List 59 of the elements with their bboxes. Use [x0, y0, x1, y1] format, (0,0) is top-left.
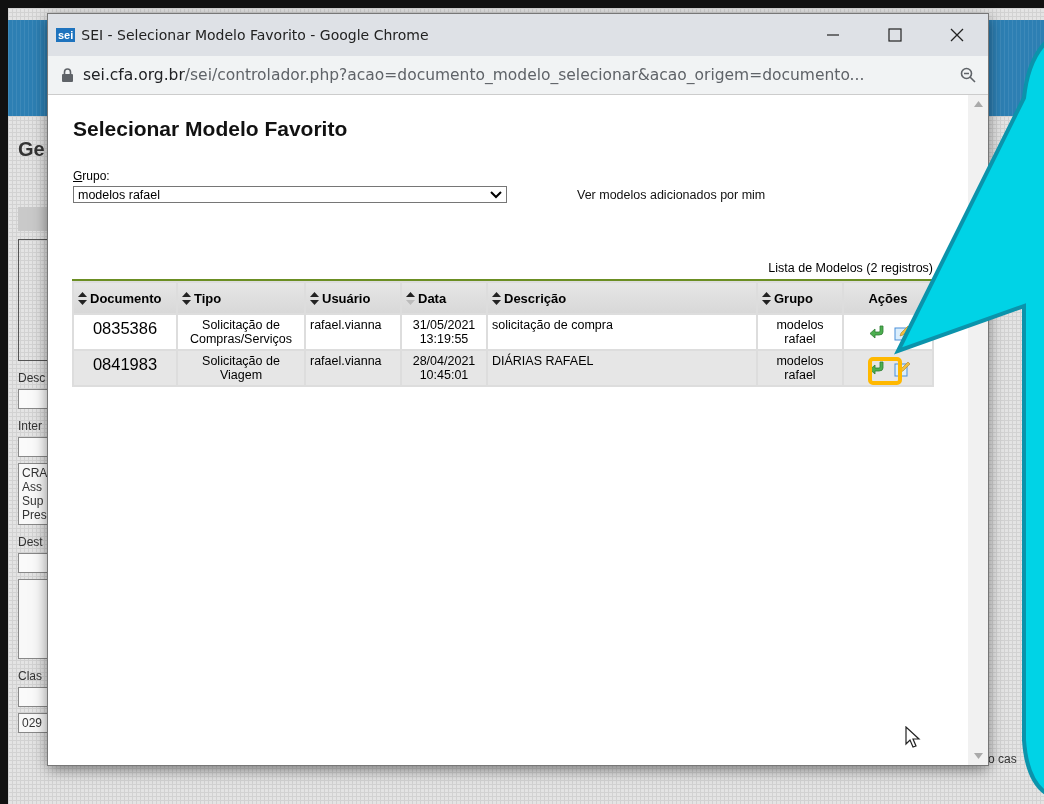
field-label: Dest — [18, 535, 44, 549]
list-box[interactable] — [18, 579, 48, 659]
field-label: Grupo: — [73, 169, 111, 183]
close-icon[interactable] — [950, 28, 964, 42]
field-label: Clas — [18, 669, 43, 683]
list-item[interactable]: CRA — [22, 466, 48, 480]
dialog-title: Selecionar Modelo Favorito — [73, 117, 349, 141]
text-field[interactable] — [18, 437, 48, 457]
sort-icon[interactable] — [182, 291, 191, 305]
toolbar-band — [18, 207, 48, 231]
table-caption: Lista de Modelos (2 registros) — [767, 261, 933, 275]
column-header[interactable]: Usuário — [306, 283, 400, 313]
text-field[interactable] — [18, 553, 48, 573]
column-header[interactable]: Data — [402, 283, 486, 313]
list-item[interactable]: Ass — [22, 480, 48, 494]
table-cell: 31/05/2021 13:19:55 — [402, 315, 486, 349]
field-label: Inter — [18, 419, 43, 433]
sort-icon[interactable] — [492, 291, 501, 305]
table-cell: modelos rafael — [758, 315, 842, 349]
table-cell: rafael.vianna — [306, 351, 400, 385]
table-cell: modelos rafael — [758, 351, 842, 385]
page-heading: Ge — [18, 138, 46, 161]
table-cell: solicitação de compra — [488, 315, 756, 349]
table-cell: Solicitação de Compras/Serviços — [178, 315, 304, 349]
list-box[interactable]: 029 — [18, 713, 48, 733]
sort-icon[interactable] — [310, 291, 319, 305]
maximize-icon[interactable] — [888, 28, 902, 42]
table-cell: 0841983 — [74, 351, 176, 385]
zoom-icon[interactable] — [960, 67, 976, 83]
list-item[interactable]: Pres — [22, 508, 48, 522]
sort-icon[interactable] — [78, 291, 87, 305]
field-text: o cas — [988, 752, 1017, 766]
table-cell: DIÁRIAS RAFAEL — [488, 351, 756, 385]
table-cell: 0835386 — [74, 315, 176, 349]
sort-icon[interactable] — [762, 291, 771, 305]
text-field[interactable] — [18, 687, 48, 707]
column-header[interactable]: Tipo — [178, 283, 304, 313]
column-header[interactable]: Documento — [74, 283, 176, 313]
table-cell: Solicitação de Viagem — [178, 351, 304, 385]
table-cell: 28/04/2021 10:45:01 — [402, 351, 486, 385]
my-models-link[interactable]: Ver modelos adicionados por mim — [577, 187, 766, 202]
list-box[interactable]: CRA Ass Sup Pres — [18, 463, 48, 525]
column-header[interactable]: Descrição — [488, 283, 756, 313]
sort-icon[interactable] — [406, 291, 415, 305]
address-url[interactable]: sei.cfa.org.br/sei/controlador.php?acao=documento_modelo_selecionar&acao_origem=documento... — [83, 66, 960, 84]
app-logo: sei — [56, 28, 76, 42]
text-field[interactable] — [18, 389, 48, 409]
chevron-down-icon[interactable] — [490, 190, 502, 199]
lock-icon — [62, 68, 73, 82]
group-dropdown[interactable]: modelos rafael — [73, 186, 507, 203]
return-arrow-icon[interactable] — [869, 361, 885, 376]
mouse-cursor-icon — [905, 726, 921, 750]
return-arrow-icon[interactable] — [869, 325, 885, 340]
column-header[interactable]: Grupo — [758, 283, 842, 313]
table-cell: rafael.vianna — [306, 315, 400, 349]
list-item[interactable]: Sup — [22, 494, 48, 508]
window-title: SEI - Selecionar Modelo Favorito - Google Chrome — [81, 27, 429, 43]
field-label: Desc — [18, 371, 47, 385]
list-item[interactable]: 029 — [22, 716, 43, 730]
